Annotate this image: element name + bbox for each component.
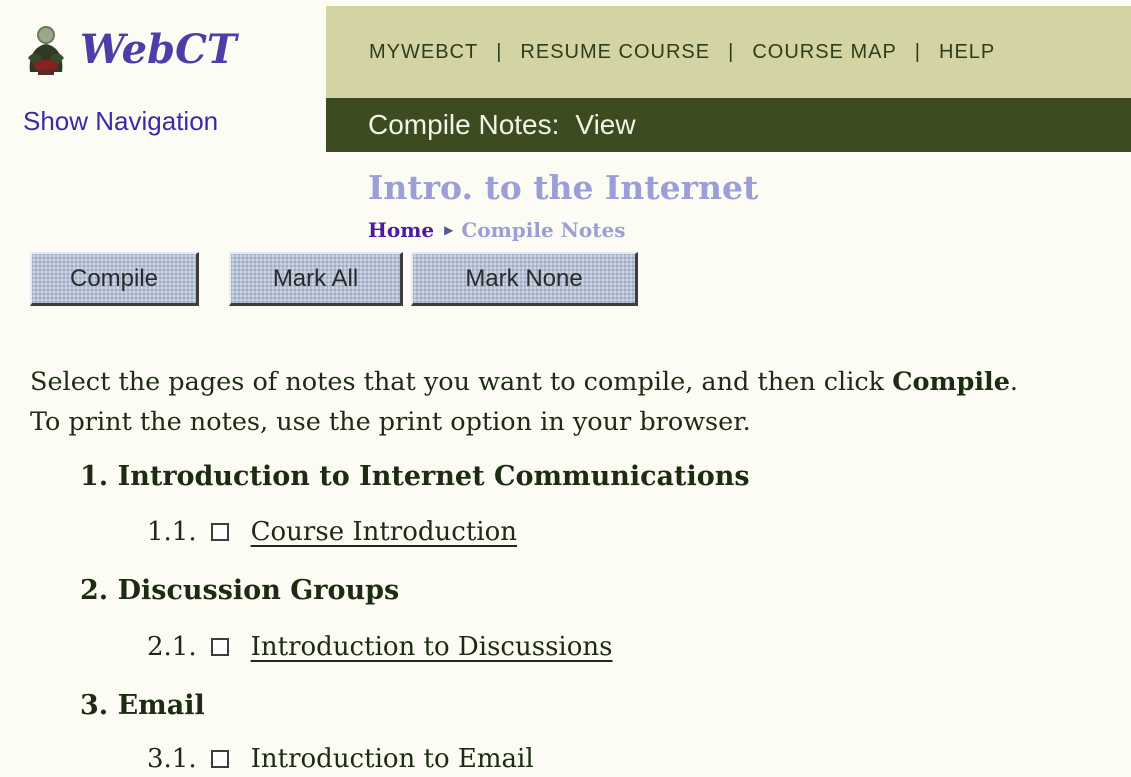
nav-separator: | xyxy=(914,40,921,63)
webct-logo: WebCT xyxy=(20,22,237,76)
section-heading: 3. Email xyxy=(80,690,205,721)
breadcrumb: Home ▶ Compile Notes xyxy=(368,218,626,242)
item-number: 1.1. xyxy=(147,517,197,547)
page-checkbox[interactable] xyxy=(210,638,229,656)
logo-area: WebCT Show Navigation xyxy=(0,0,326,152)
tool-mode: View xyxy=(575,109,636,140)
instructions-text: Select the pages of notes that you want … xyxy=(30,367,893,397)
nav-help[interactable]: HELP xyxy=(939,41,995,64)
item-number: 3.1. xyxy=(147,744,197,774)
page-title-text: Introduction to Email xyxy=(250,744,534,774)
nav-separator: | xyxy=(496,40,503,63)
list-item: 3.1. Introduction to Email xyxy=(147,744,534,774)
instructions-compile-word: Compile xyxy=(892,367,1010,397)
section-heading: 2. Discussion Groups xyxy=(80,575,400,606)
section-heading: 1. Introduction to Internet Communicatio… xyxy=(80,461,750,492)
nav-mywebct[interactable]: MYWEBCT xyxy=(369,41,478,64)
nav-resume-course[interactable]: RESUME COURSE xyxy=(520,41,710,64)
webct-figure-icon xyxy=(28,26,64,75)
tool-name: Compile Notes: xyxy=(368,109,560,140)
page-title-bar: Compile Notes: View xyxy=(326,98,1131,152)
nav-course-map[interactable]: COURSE MAP xyxy=(752,41,896,64)
breadcrumb-current: Compile Notes xyxy=(461,218,626,242)
show-navigation-link[interactable]: Show Navigation xyxy=(23,106,218,137)
instructions-period: . xyxy=(1009,367,1019,397)
top-navigation-bar: MYWEBCT | RESUME COURSE | COURSE MAP | H… xyxy=(326,6,1131,98)
instructions: Select the pages of notes that you want … xyxy=(30,362,1130,442)
logo-text: WebCT xyxy=(80,25,237,73)
instructions-line-2: To print the notes, use the print option… xyxy=(30,407,751,437)
item-number: 2.1. xyxy=(147,632,197,662)
course-title: Intro. to the Internet xyxy=(368,168,759,207)
nav-separator: | xyxy=(728,40,735,63)
page-checkbox[interactable] xyxy=(210,523,229,541)
instructions-line-1: Select the pages of notes that you want … xyxy=(30,362,1130,402)
list-item: 1.1. Course Introduction xyxy=(147,517,517,547)
page-link[interactable]: Introduction to Discussions xyxy=(251,632,613,662)
page-link[interactable]: Course Introduction xyxy=(251,517,517,547)
mark-none-button[interactable]: Mark None xyxy=(411,252,638,306)
list-item: 2.1. Introduction to Discussions xyxy=(147,632,612,662)
breadcrumb-arrow-icon: ▶ xyxy=(444,223,454,237)
mark-all-button[interactable]: Mark All xyxy=(229,252,403,306)
page-checkbox[interactable] xyxy=(210,750,229,768)
breadcrumb-home-link[interactable]: Home xyxy=(368,218,434,242)
compile-button[interactable]: Compile xyxy=(30,252,199,306)
